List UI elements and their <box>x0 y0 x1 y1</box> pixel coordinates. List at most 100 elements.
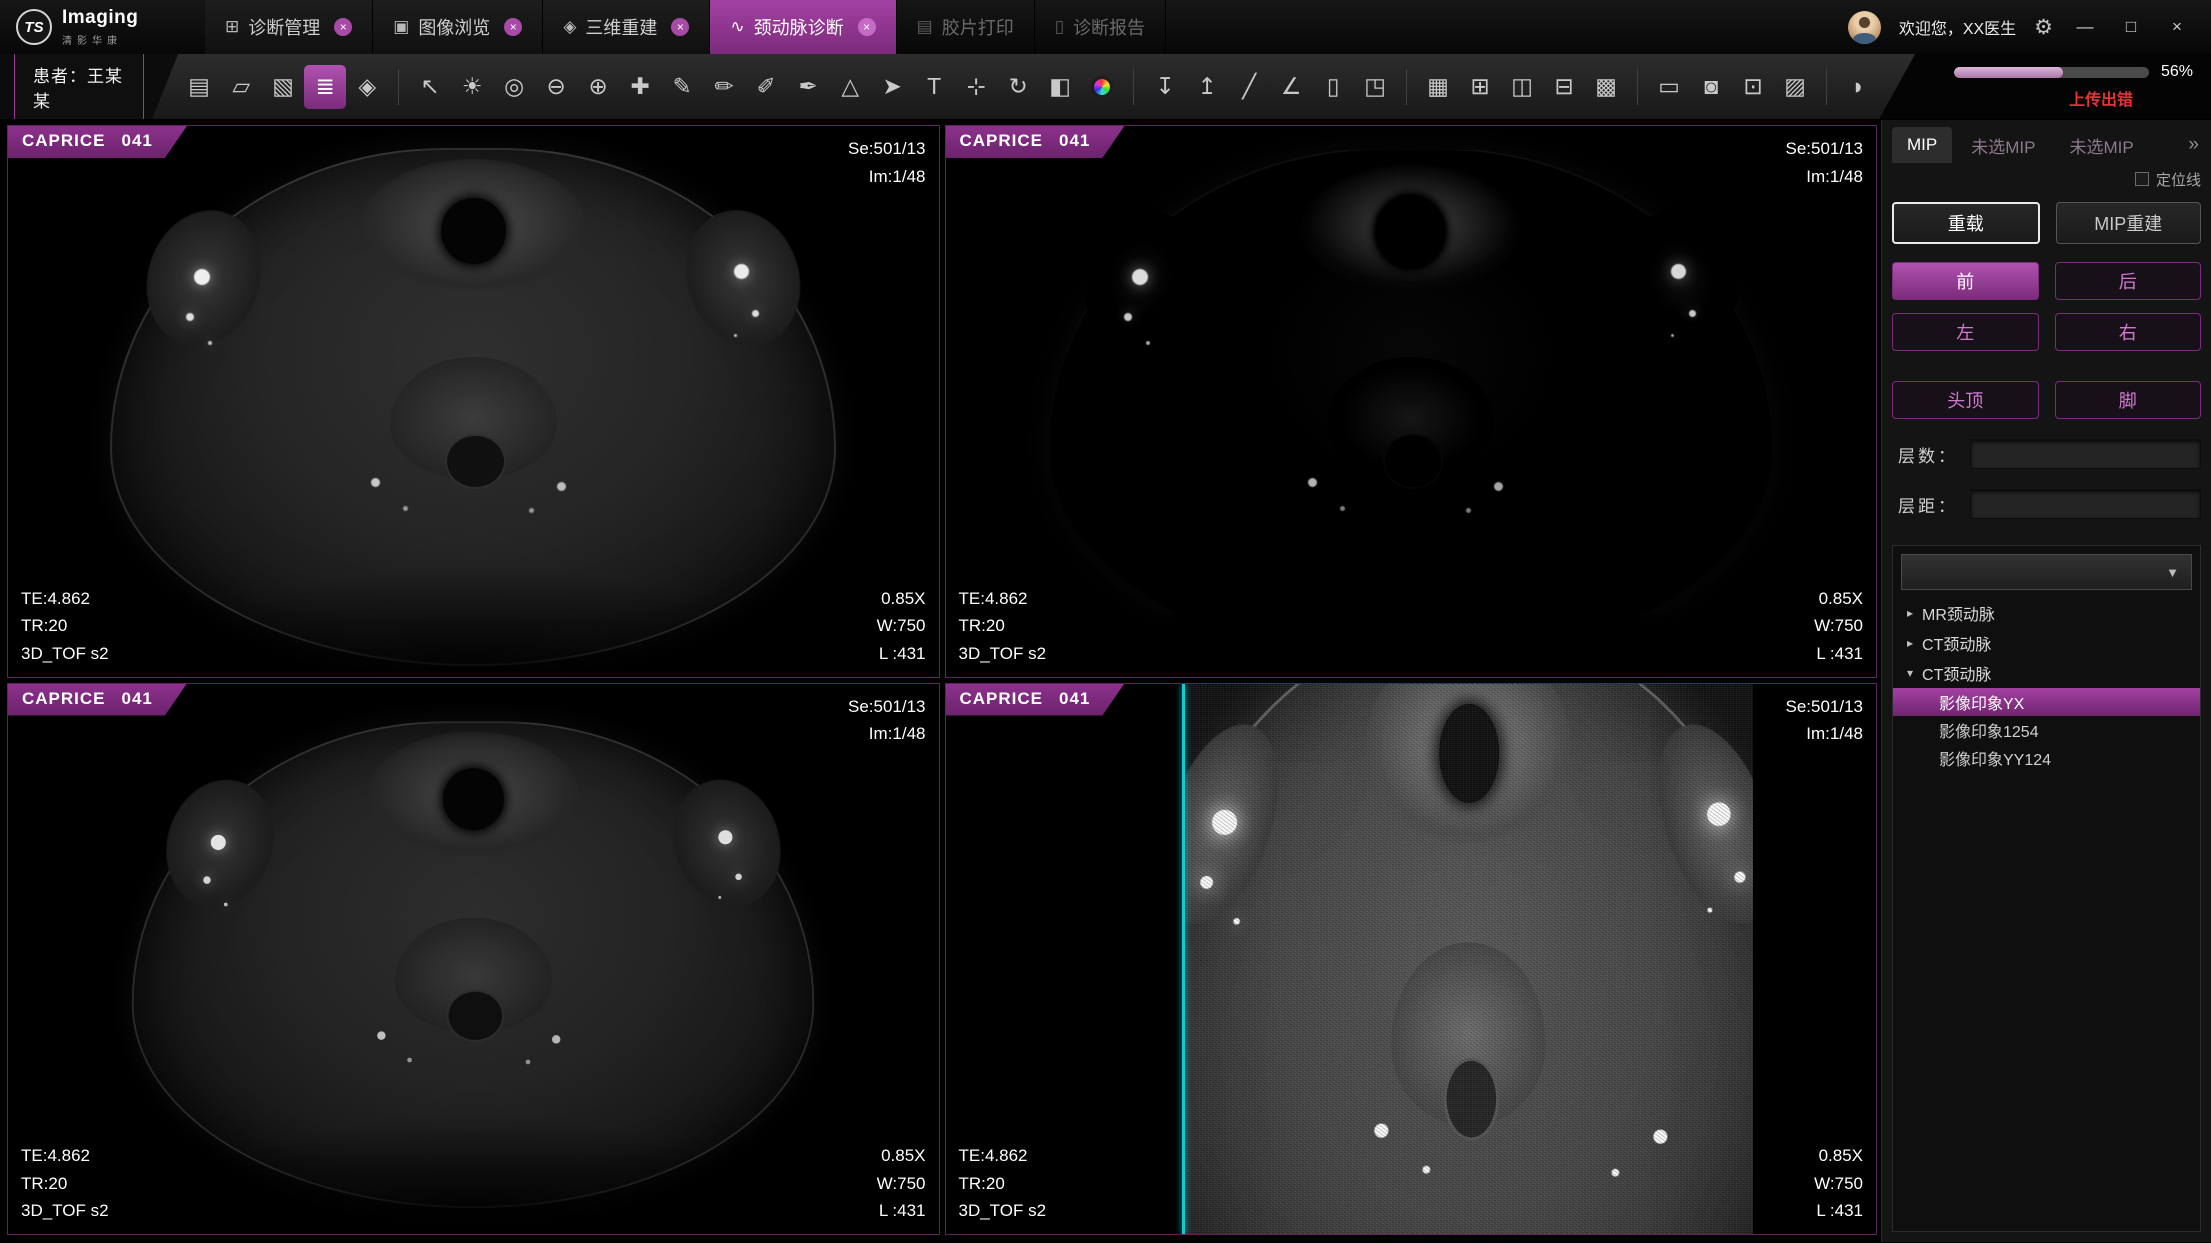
close-icon[interactable]: × <box>858 18 876 36</box>
arrow-annotation-icon[interactable]: ➤ <box>871 65 913 109</box>
close-button[interactable]: × <box>2163 17 2191 37</box>
tree-item-image-impression-1254[interactable]: 影像印象1254 <box>1893 716 2200 744</box>
fountain-pen-icon[interactable]: ✒ <box>787 65 829 109</box>
tree-item-image-impression-yx[interactable]: 影像印象YX <box>1893 688 2200 716</box>
screen-add-icon[interactable]: ⊡ <box>1732 65 1774 109</box>
crop-icon[interactable]: ⊹ <box>955 65 997 109</box>
cursor-icon[interactable]: ↖ <box>409 65 451 109</box>
localizer-line[interactable] <box>1182 684 1185 1235</box>
reload-button[interactable]: 重载 <box>1892 202 2040 244</box>
titlebar-right: 欢迎您，XX医生 ⚙ — □ × <box>1848 0 2211 54</box>
series-info: Se:501/13 Im:1/48 <box>1785 693 1863 748</box>
import-icon[interactable]: ↥ <box>1186 65 1228 109</box>
viewport-bottom-left[interactable]: CAPRICE 041 Se:501/13 Im:1/48 TE:4.862 T… <box>7 683 940 1236</box>
image-number: Im:1/48 <box>1785 720 1863 748</box>
display-info: 0.85X W:750 L :431 <box>1814 1142 1863 1225</box>
patient-field[interactable]: 患者：王某某 <box>14 53 144 121</box>
tab-diagnosis-management[interactable]: ⊞ 诊断管理 × <box>205 0 373 54</box>
cube-icon: ◈ <box>563 17 576 37</box>
tr-value: TR:20 <box>21 612 109 640</box>
layout-dashed-icon[interactable]: ▨ <box>1774 65 1816 109</box>
minimize-button[interactable]: — <box>2071 17 2099 37</box>
back-button[interactable]: 后 <box>2055 262 2202 300</box>
layout-grid-9-icon[interactable]: ▩ <box>1585 65 1627 109</box>
viewport-bottom-right[interactable]: CAPRICE 041 Se:501/13 Im:1/48 TE:4.862 T… <box>945 683 1878 1236</box>
rotate-icon[interactable]: ↻ <box>997 65 1039 109</box>
viewport-top-right[interactable]: CAPRICE 041 Se:501/13 Im:1/48 TE:4.862 T… <box>945 125 1878 678</box>
zoom-in-icon[interactable]: ⊕ <box>577 65 619 109</box>
layout-grid-16-icon[interactable]: ▦ <box>1417 65 1459 109</box>
tree-item-mr-carotid[interactable]: ▸ MR颈动脉 <box>1893 598 2200 628</box>
sidebar-tab-unselected-mip-2[interactable]: 未选MIP <box>2054 125 2148 166</box>
viewport-top-left[interactable]: CAPRICE 041 Se:501/13 Im:1/48 TE:4.862 T… <box>7 125 940 678</box>
pencil-icon[interactable]: ✎ <box>661 65 703 109</box>
zoom-icon[interactable]: ◎ <box>493 65 535 109</box>
pen-icon[interactable]: ✐ <box>745 65 787 109</box>
cube-3d-icon[interactable]: ◈ <box>346 65 388 109</box>
mip-reconstruction-image <box>1184 684 1753 1235</box>
text-icon[interactable]: T <box>913 65 955 109</box>
upload-progress-fill <box>1954 67 2063 78</box>
tab-carotid-diagnosis[interactable]: ∿ 颈动脉诊断 × <box>710 0 896 54</box>
series-dropdown[interactable]: ▼ <box>1901 554 2192 590</box>
zoom-out-icon[interactable]: ⊖ <box>535 65 577 109</box>
sidebar-tab-unselected-mip-1[interactable]: 未选MIP <box>1956 125 2050 166</box>
invert-icon[interactable]: ◧ <box>1039 65 1081 109</box>
chevron-double-right-icon[interactable]: » <box>2188 134 2201 156</box>
layer-spacing-label: 层距： <box>1898 492 1958 517</box>
shadow-overlay <box>193 1114 753 1217</box>
welcome-text: 欢迎您，XX医生 <box>1899 15 2016 39</box>
series-number: Se:501/13 <box>848 693 926 721</box>
brightness-icon[interactable]: ☀ <box>451 65 493 109</box>
image-export-icon[interactable]: ◳ <box>1354 65 1396 109</box>
layout-vertical-split-icon[interactable]: ◫ <box>1501 65 1543 109</box>
right-button[interactable]: 右 <box>2055 313 2202 351</box>
tree-item-ct-carotid-2[interactable]: ▾ CT颈动脉 <box>1893 658 2200 688</box>
color-wheel-icon[interactable] <box>1081 65 1123 109</box>
measure-line-icon[interactable]: ∠ <box>1270 65 1312 109</box>
folder-open-icon[interactable]: ▱ <box>220 65 262 109</box>
tree-item-image-impression-yy124[interactable]: 影像印象YY124 <box>1893 744 2200 772</box>
marker-icon[interactable]: ✏ <box>703 65 745 109</box>
tab-film-print[interactable]: ▤ 胶片打印 <box>897 0 1035 54</box>
export-icon[interactable]: ↧ <box>1144 65 1186 109</box>
sidebar-tab-mip[interactable]: MIP <box>1892 127 1952 163</box>
tab-3d-reconstruction[interactable]: ◈ 三维重建 × <box>543 0 710 54</box>
close-icon[interactable]: × <box>504 18 522 36</box>
close-icon[interactable]: × <box>671 18 689 36</box>
ruler-icon[interactable]: ╱ <box>1228 65 1270 109</box>
report-icon[interactable]: ▯ <box>1312 65 1354 109</box>
gear-icon[interactable]: ⚙ <box>2034 15 2053 40</box>
voice-icon[interactable]: ◗ <box>1837 65 1879 109</box>
left-button[interactable]: 左 <box>1892 313 2039 351</box>
mip-rebuild-button[interactable]: MIP重建 <box>2056 202 2202 244</box>
foot-button[interactable]: 脚 <box>2055 381 2202 419</box>
screen-single-icon[interactable]: ▭ <box>1648 65 1690 109</box>
sequence-name: 3D_TOF s2 <box>959 640 1047 668</box>
image-icon[interactable]: ▧ <box>262 65 304 109</box>
pan-icon[interactable]: ✚ <box>619 65 661 109</box>
series-title-badge: CAPRICE 041 <box>946 684 1125 716</box>
angle-icon[interactable]: △ <box>829 65 871 109</box>
layer-count-input[interactable] <box>1970 439 2201 469</box>
maximize-button[interactable]: □ <box>2117 17 2145 37</box>
tab-label: 诊断报告 <box>1073 14 1145 40</box>
series-title-badge: CAPRICE 041 <box>946 126 1125 158</box>
locator-line-checkbox[interactable] <box>2135 172 2149 186</box>
head-button[interactable]: 头顶 <box>1892 381 2039 419</box>
avatar[interactable] <box>1848 11 1881 44</box>
layout-horizontal-split-icon[interactable]: ⊟ <box>1543 65 1585 109</box>
front-button[interactable]: 前 <box>1892 262 2039 300</box>
tree-item-label: MR颈动脉 <box>1922 601 1995 625</box>
layer-spacing-input[interactable] <box>1970 489 2201 519</box>
tab-diagnosis-report[interactable]: ▯ 诊断报告 <box>1035 0 1166 54</box>
series-info: Se:501/13 Im:1/48 <box>1785 135 1863 190</box>
layout-grid-4-icon[interactable]: ⊞ <box>1459 65 1501 109</box>
close-icon[interactable]: × <box>334 18 352 36</box>
tab-image-browse[interactable]: ▣ 图像浏览 × <box>373 0 543 54</box>
tab-label: 图像浏览 <box>418 14 490 40</box>
layers-icon[interactable]: ≣ <box>304 65 346 109</box>
print-icon[interactable]: ▤ <box>178 65 220 109</box>
tree-item-ct-carotid-1[interactable]: ▸ CT颈动脉 <box>1893 628 2200 658</box>
screen-mip-icon[interactable]: ◙ <box>1690 65 1732 109</box>
